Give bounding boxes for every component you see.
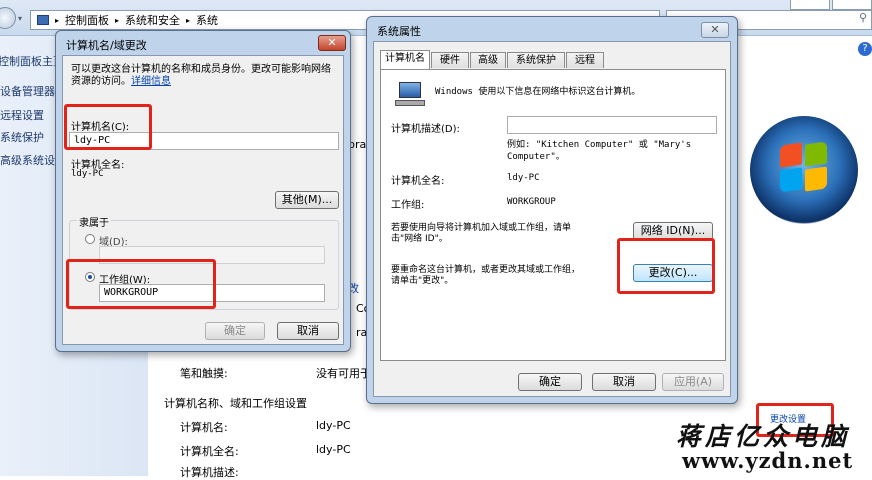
tab-panel-computer-name: Windows 使用以下信息在网络中标识这台计算机。 计算机描述(D): 例如:…: [380, 69, 726, 361]
bg-computer-name-value: ldy-PC: [316, 419, 351, 432]
logo-quadrant: [805, 141, 827, 167]
sidebar-link-system-protection[interactable]: 系统保护: [0, 129, 44, 145]
member-of-label: 隶属于: [77, 214, 111, 229]
description-label: 计算机描述(D):: [391, 124, 460, 135]
more-info-link[interactable]: 详细信息: [131, 76, 171, 87]
breadcrumb-item-system[interactable]: 系统: [196, 12, 218, 28]
close-icon: ✕: [327, 36, 337, 49]
system-properties-dialog: 系统属性 ✕ 计算机名 硬件 高级 系统保护 远程 Windows 使用以下信息…: [366, 16, 738, 404]
rename-text-line2: 请单击"更改"。: [391, 276, 454, 286]
watermark-url: www.yzdn.net: [682, 448, 854, 473]
breadcrumb-separator-icon: ▸: [186, 15, 191, 25]
full-name-label: 计算机全名:: [391, 176, 445, 187]
workgroup-value: WORKGROUP: [507, 197, 556, 207]
dialog-title: 系统属性: [377, 25, 421, 38]
domain-radio[interactable]: [85, 234, 95, 244]
bg-description-label: 计算机描述:: [180, 466, 239, 479]
full-name-value: ldy-PC: [507, 173, 540, 183]
close-icon: ✕: [710, 23, 720, 36]
bg-full-name-value: ldy-PC: [316, 443, 351, 456]
breadcrumb-separator-icon: ▸: [55, 15, 60, 25]
dialog-title: 计算机名/域更改: [66, 39, 147, 52]
workgroup-label: 工作组:: [391, 200, 425, 211]
close-button[interactable]: ✕: [318, 35, 346, 51]
highlight-box: [617, 238, 715, 294]
network-id-text-line2: 击"网络 ID"。: [391, 234, 448, 244]
close-button[interactable]: ✕: [701, 22, 729, 38]
window-min-max-button[interactable]: [790, 0, 830, 10]
help-icon[interactable]: ?: [858, 42, 872, 56]
logo-quadrant: [780, 167, 802, 193]
intro-text: 可以更改这台计算机的名称和成员身份。更改可能影响网络资源的访问。详细信息: [71, 64, 331, 87]
description-input[interactable]: [507, 116, 717, 134]
nav-dropdown-icon[interactable]: ▾: [18, 14, 22, 23]
computer-monitor-icon: [395, 82, 425, 106]
tab-computer-name[interactable]: 计算机名: [380, 50, 430, 69]
search-icon[interactable]: ⚲: [859, 11, 867, 24]
back-button[interactable]: [0, 7, 16, 29]
cancel-button[interactable]: 取消: [277, 322, 339, 340]
bg-full-name-label: 计算机全名:: [180, 445, 239, 458]
ok-button[interactable]: 确定: [205, 322, 265, 340]
dialog-body: 计算机名 硬件 高级 系统保护 远程 Windows 使用以下信息在网络中标识这…: [373, 41, 731, 397]
highlight-box: [64, 104, 152, 150]
tab-remote[interactable]: 远程: [566, 52, 604, 68]
windows-logo: [750, 116, 858, 224]
breadcrumb-item-control-panel[interactable]: 控制面板: [65, 12, 109, 28]
logo-quadrant: [780, 142, 802, 168]
pen-touch-value: 没有可用于: [316, 367, 371, 380]
ok-button[interactable]: 确定: [518, 373, 582, 391]
tab-system-protection[interactable]: 系统保护: [507, 52, 565, 68]
pen-touch-label: 笔和触摸:: [180, 367, 228, 380]
intro-text: Windows 使用以下信息在网络中标识这台计算机。: [435, 87, 641, 97]
bg-computer-name-label: 计算机名:: [180, 421, 228, 434]
example-text-line2: Computer"。: [507, 152, 565, 162]
full-name-value: ldy-PC: [71, 169, 104, 179]
sidebar-link-remote-settings[interactable]: 远程设置: [0, 107, 44, 123]
breadcrumb-item-system-security[interactable]: 系统和安全: [125, 12, 180, 28]
tab-strip: 计算机名 硬件 高级 系统保护 远程: [380, 50, 620, 70]
apply-button[interactable]: 应用(A): [662, 373, 724, 391]
logo-quadrant: [805, 166, 827, 192]
highlight-box: [66, 259, 216, 309]
sidebar-link-device-manager[interactable]: 设备管理器: [0, 83, 55, 99]
control-panel-icon: [37, 15, 49, 25]
breadcrumb-separator-icon: ▸: [115, 15, 120, 25]
other-button[interactable]: 其他(M)...: [275, 191, 339, 209]
tab-advanced[interactable]: 高级: [470, 52, 506, 68]
window-close-button[interactable]: [832, 0, 872, 10]
cancel-button[interactable]: 取消: [592, 373, 656, 391]
tab-hardware[interactable]: 硬件: [431, 52, 469, 68]
computer-name-section-title: 计算机名称、域和工作组设置: [164, 397, 307, 410]
